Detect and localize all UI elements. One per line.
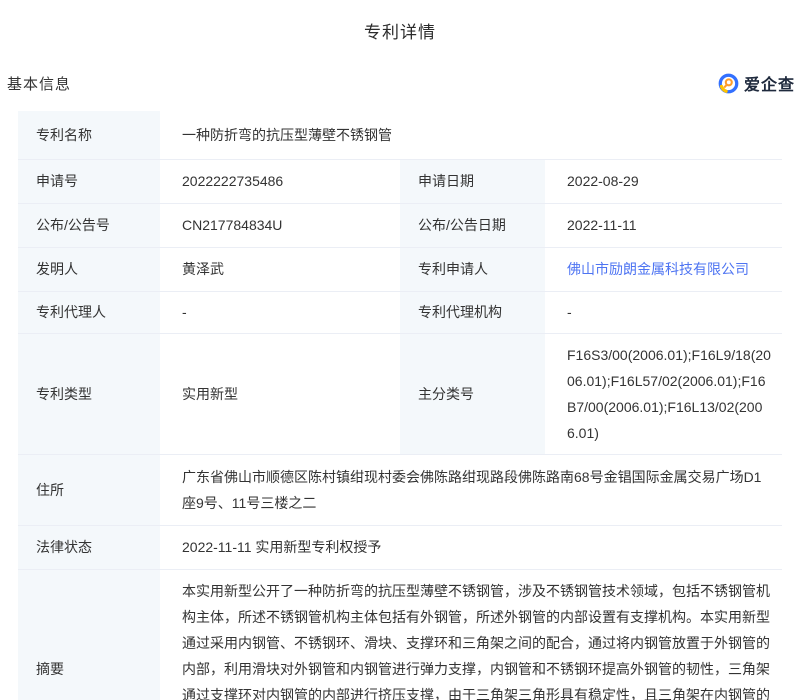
- agency-value: -: [545, 291, 782, 333]
- publication-date-label: 公布/公告日期: [400, 203, 545, 247]
- main-classification-value: F16S3/00(2006.01);F16L9/18(2006.01);F16L…: [545, 333, 782, 454]
- table-row: 发明人 黄泽武 专利申请人 佛山市励朗金属科技有限公司: [18, 247, 782, 291]
- aiqicha-magnifier-icon: [717, 72, 740, 95]
- section-header: 基本信息 爱企查: [0, 71, 800, 95]
- application-date-value: 2022-08-29: [545, 159, 782, 203]
- table-row: 专利名称 一种防折弯的抗压型薄壁不锈钢管: [18, 111, 782, 159]
- patent-name-value: 一种防折弯的抗压型薄壁不锈钢管: [160, 111, 782, 159]
- patent-type-value: 实用新型: [160, 333, 400, 454]
- address-label: 住所: [18, 454, 160, 525]
- table-row: 专利类型 实用新型 主分类号 F16S3/00(2006.01);F16L9/1…: [18, 333, 782, 454]
- section-title: 基本信息: [7, 73, 71, 94]
- main-classification-label: 主分类号: [400, 333, 545, 454]
- aiqicha-logo[interactable]: 爱企查: [717, 71, 795, 95]
- aiqicha-logo-text: 爱企查: [744, 71, 795, 95]
- applicant-link[interactable]: 佛山市励朗金属科技有限公司: [567, 261, 749, 277]
- table-row: 公布/公告号 CN217784834U 公布/公告日期 2022-11-11: [18, 203, 782, 247]
- patent-agent-label: 专利代理人: [18, 291, 160, 333]
- agency-label: 专利代理机构: [400, 291, 545, 333]
- legal-status-value: 2022-11-11 实用新型专利权授予: [160, 525, 782, 569]
- abstract-label: 摘要: [18, 569, 160, 700]
- inventor-value: 黄泽武: [160, 247, 400, 291]
- application-number-label: 申请号: [18, 159, 160, 203]
- page-title: 专利详情: [0, 0, 800, 43]
- applicant-value: 佛山市励朗金属科技有限公司: [545, 247, 782, 291]
- table-row: 专利代理人 - 专利代理机构 -: [18, 291, 782, 333]
- patent-agent-value: -: [160, 291, 400, 333]
- table-row: 住所 广东省佛山市顺德区陈村镇绀现村委会佛陈路绀现路段佛陈路南68号金锠国际金属…: [18, 454, 782, 525]
- legal-status-label: 法律状态: [18, 525, 160, 569]
- address-value: 广东省佛山市顺德区陈村镇绀现村委会佛陈路绀现路段佛陈路南68号金锠国际金属交易广…: [160, 454, 782, 525]
- patent-info-table: 专利名称 一种防折弯的抗压型薄壁不锈钢管 申请号 2022222735486 申…: [18, 111, 782, 700]
- applicant-label: 专利申请人: [400, 247, 545, 291]
- application-date-label: 申请日期: [400, 159, 545, 203]
- publication-number-label: 公布/公告号: [18, 203, 160, 247]
- publication-date-value: 2022-11-11: [545, 203, 782, 247]
- publication-number-value: CN217784834U: [160, 203, 400, 247]
- inventor-label: 发明人: [18, 247, 160, 291]
- abstract-value: 本实用新型公开了一种防折弯的抗压型薄壁不锈钢管，涉及不锈钢管技术领域，包括不锈钢…: [160, 569, 782, 700]
- table-row: 申请号 2022222735486 申请日期 2022-08-29: [18, 159, 782, 203]
- patent-type-label: 专利类型: [18, 333, 160, 454]
- application-number-value: 2022222735486: [160, 159, 400, 203]
- table-row: 法律状态 2022-11-11 实用新型专利权授予: [18, 525, 782, 569]
- patent-name-label: 专利名称: [18, 111, 160, 159]
- table-row: 摘要 本实用新型公开了一种防折弯的抗压型薄壁不锈钢管，涉及不锈钢管技术领域，包括…: [18, 569, 782, 700]
